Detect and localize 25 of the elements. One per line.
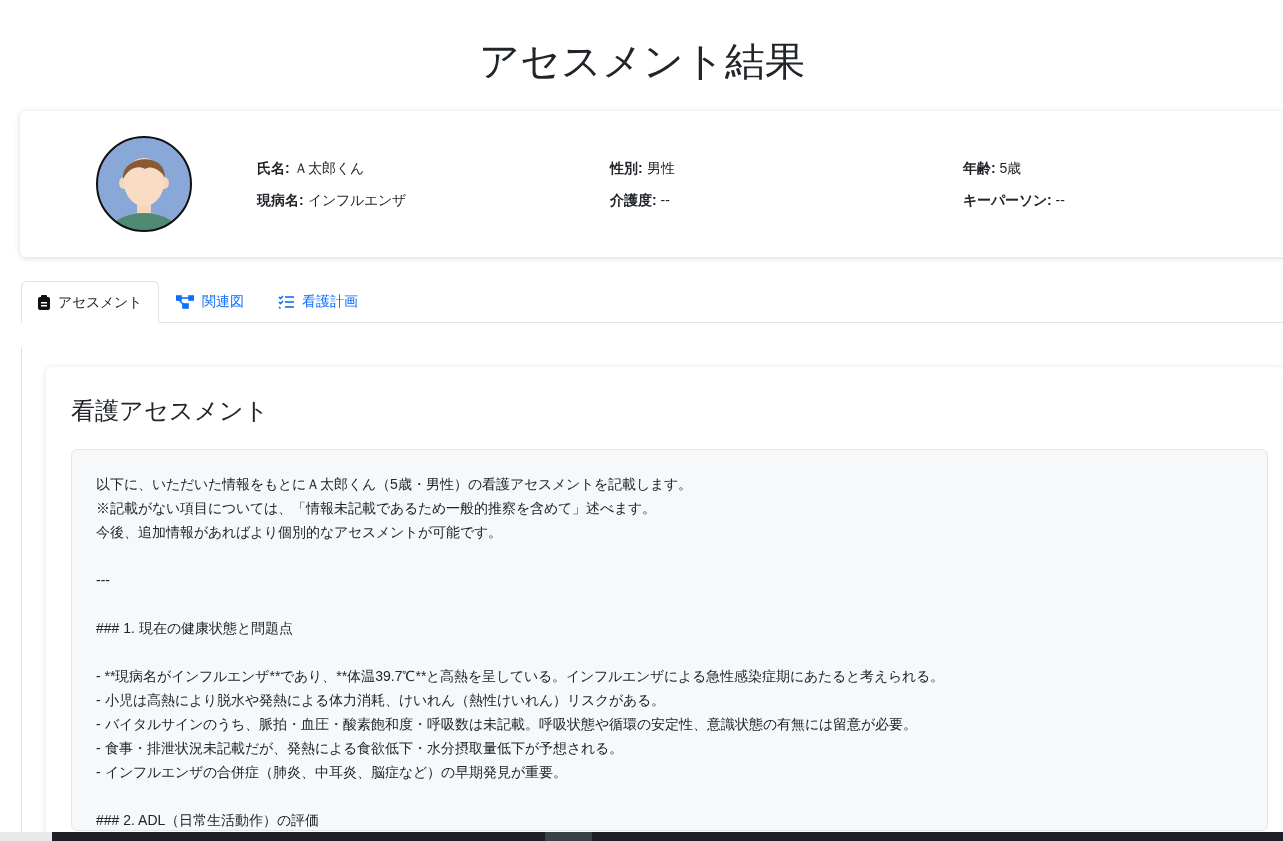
tab[interactable]: アセスメント	[21, 281, 159, 323]
assessment-line: - **現病名がインフルエンザ**であり、**体温39.7℃**と高熱を呈している。インフルエンザによる急性感染症期にあたると考えられる。	[96, 667, 946, 686]
patient-info: キーパーソン: --	[963, 191, 1066, 210]
assessment-line: 今後、追加情報があればより個別的なアセスメントが可能です。	[96, 523, 503, 542]
patient-info: 氏名: Ａ太郎くん	[257, 159, 365, 178]
assessment-line: ### 2. ADL（日常生活動作）の評価	[96, 811, 321, 830]
patient-info: 介護度: --	[610, 191, 671, 210]
assessment-line: - インフルエンザの合併症（肺炎、中耳炎、脳症など）の早期発見が重要。	[96, 763, 568, 782]
assessment-line: - バイタルサインのうち、脈拍・血圧・酸素飽和度・呼吸数は未記載。呼吸状態や循環の安定性、意識状態の有無には留意が必要。	[96, 715, 918, 734]
tab[interactable]: 看護計画	[261, 281, 375, 322]
patient-info: 性別: 男性	[610, 159, 676, 178]
section-title: 看護アセスメント	[71, 396, 270, 426]
assessment-line: ### 1. 現在の健康状態と問題点	[96, 619, 294, 638]
clipboard-icon	[38, 294, 50, 310]
assessment-line: - 小児は高熱により脱水や発熱による体力消耗、けいれん（熱性けいれん）リスクがある。	[96, 691, 666, 710]
assessment-line: ※記載がない項目については、「情報未記載であるため一般的推察を含めて」述べます。	[96, 499, 657, 518]
patient-info: 年齢: 5歳	[963, 159, 1023, 178]
page-title: アセスメント結果	[477, 38, 806, 85]
assessment-line: ---	[96, 571, 111, 590]
tab[interactable]: 関連図	[159, 281, 261, 322]
assessment-line: - 食事・排泄状況未記載だが、発熱による食欲低下・水分摂取量低下が予想される。	[96, 739, 624, 758]
patient-info: 現病名: インフルエンザ	[257, 191, 407, 210]
checklist-icon	[278, 294, 294, 309]
diagram-icon	[176, 294, 194, 309]
assessment-line: 以下に、いただいた情報をもとにＡ太郎くん（5歳・男性）の看護アセスメントを記載します。	[96, 475, 693, 494]
